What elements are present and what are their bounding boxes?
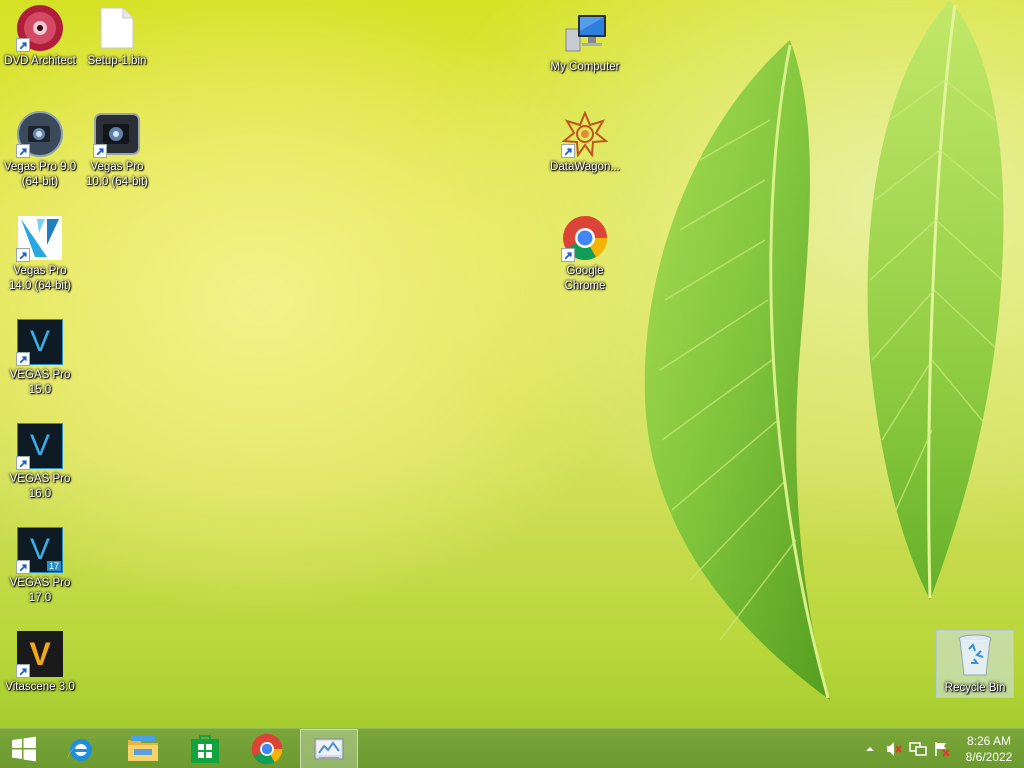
action-center-flag-icon bbox=[935, 742, 950, 757]
desktop-icon-label: DVD Architect bbox=[4, 55, 76, 67]
control-panel-icon bbox=[314, 738, 344, 760]
vitascene-v-glyph: V bbox=[29, 635, 51, 672]
shortcut-arrow-icon bbox=[561, 248, 575, 262]
datawagon-icon bbox=[561, 110, 609, 158]
desktop-icon-my-computer[interactable]: My Computer bbox=[545, 10, 625, 75]
desktop-icon-vegas-pro-10[interactable]: Vegas Pro 10.0 (64-bit) bbox=[77, 110, 157, 189]
desktop-icon-label: Setup-1.bin bbox=[87, 55, 147, 67]
vegas-v17-icon: V 17 bbox=[16, 526, 64, 574]
desktop-icon-recycle-bin[interactable]: Recycle Bin bbox=[936, 630, 1014, 698]
desktop-icon-google-chrome[interactable]: Google Chrome bbox=[545, 214, 625, 293]
tray-chevron-icon bbox=[866, 747, 874, 751]
taskbar-chrome-button[interactable] bbox=[238, 729, 296, 768]
desktop[interactable]: DVD Architect Setup-1.bin Vegas Pro 9.0 … bbox=[0, 0, 1024, 728]
recycle-bin-icon bbox=[951, 631, 999, 679]
blank-file-icon bbox=[93, 4, 141, 52]
taskbar-internet-explorer-button[interactable] bbox=[52, 729, 110, 768]
desktop-icon-label: Google Chrome bbox=[564, 265, 606, 292]
desktop-icon-vegas-pro-16[interactable]: V VEGAS Pro 16.0 bbox=[0, 422, 80, 501]
vegas-v-glyph: V bbox=[29, 325, 50, 358]
desktop-icon-label: My Computer bbox=[550, 61, 620, 73]
shortcut-arrow-icon bbox=[16, 664, 30, 678]
desktop-icon-label: Vegas Pro 10.0 (64-bit) bbox=[85, 161, 148, 188]
desktop-icon-vegas-pro-9[interactable]: Vegas Pro 9.0 (64-bit) bbox=[0, 110, 80, 189]
desktop-icon-vegas-pro-14[interactable]: Vegas Pro 14.0 (64-bit) bbox=[0, 214, 80, 293]
tray-volume-button[interactable] bbox=[882, 729, 906, 768]
chrome-icon bbox=[561, 214, 609, 262]
vitascene-icon: V bbox=[16, 630, 64, 678]
vegas-14-icon bbox=[16, 214, 64, 262]
clock-date: 8/6/2022 bbox=[965, 750, 1013, 764]
dvd-disc-icon bbox=[16, 4, 64, 52]
taskbar: 8:26 AM 8/6/2022 bbox=[0, 728, 1024, 768]
shortcut-arrow-icon bbox=[561, 144, 575, 158]
version-badge: 17 bbox=[46, 561, 61, 571]
desktop-icon-label: VEGAS Pro 16.0 bbox=[9, 473, 71, 500]
taskbar-control-panel-button[interactable] bbox=[300, 729, 358, 768]
system-tray: 8:26 AM 8/6/2022 bbox=[858, 729, 1024, 768]
computer-icon bbox=[561, 10, 609, 58]
desktop-icon-label: Vegas Pro 9.0 (64-bit) bbox=[3, 161, 77, 188]
desktop-icon-label: DataWagon... bbox=[550, 161, 620, 173]
vegas-camera-icon bbox=[16, 110, 64, 158]
internet-explorer-icon bbox=[67, 736, 95, 761]
chrome-icon bbox=[251, 733, 283, 765]
desktop-icon-label: VEGAS Pro 15.0 bbox=[9, 369, 71, 396]
tray-action-center-button[interactable] bbox=[930, 729, 954, 768]
shortcut-arrow-icon bbox=[93, 144, 107, 158]
taskbar-clock[interactable]: 8:26 AM 8/6/2022 bbox=[954, 729, 1024, 768]
desktop-icon-dvd-architect[interactable]: DVD Architect bbox=[0, 4, 80, 69]
taskbar-store-button[interactable] bbox=[176, 729, 234, 768]
desktop-icon-vegas-pro-17[interactable]: V 17 VEGAS Pro 17.0 bbox=[0, 526, 80, 605]
desktop-icon-label: Recycle Bin bbox=[944, 682, 1006, 694]
file-explorer-icon bbox=[128, 736, 158, 761]
vegas-camera-icon bbox=[93, 110, 141, 158]
desktop-icon-vegas-pro-15[interactable]: V VEGAS Pro 15.0 bbox=[0, 318, 80, 397]
windows-start-icon bbox=[12, 736, 36, 762]
speaker-muted-icon bbox=[887, 742, 902, 756]
shortcut-arrow-icon bbox=[16, 456, 30, 470]
desktop-icon-setup-1-bin[interactable]: Setup-1.bin bbox=[77, 4, 157, 69]
shortcut-arrow-icon bbox=[16, 560, 30, 574]
desktop-icon-label: Vitascene 3.0 bbox=[5, 681, 75, 693]
tray-network-button[interactable] bbox=[906, 729, 930, 768]
windows-store-icon bbox=[191, 735, 219, 763]
shortcut-arrow-icon bbox=[16, 352, 30, 366]
desktop-icon-datawagon[interactable]: DataWagon... bbox=[545, 110, 625, 175]
vegas-v-glyph: V bbox=[29, 429, 50, 462]
clock-time: 8:26 AM bbox=[966, 734, 1012, 748]
shortcut-arrow-icon bbox=[16, 38, 30, 52]
start-button[interactable] bbox=[0, 729, 48, 768]
desktop-icon-vitascene-3[interactable]: V Vitascene 3.0 bbox=[0, 630, 80, 695]
network-icon bbox=[909, 742, 927, 756]
tray-chevron-button[interactable] bbox=[858, 729, 882, 768]
taskbar-file-explorer-button[interactable] bbox=[114, 729, 172, 768]
vegas-v-icon: V bbox=[16, 318, 64, 366]
shortcut-arrow-icon bbox=[16, 144, 30, 158]
desktop-icon-label: VEGAS Pro 17.0 bbox=[9, 577, 71, 604]
shortcut-arrow-icon bbox=[16, 248, 30, 262]
desktop-icon-label: Vegas Pro 14.0 (64-bit) bbox=[8, 265, 71, 292]
vegas-v-icon: V bbox=[16, 422, 64, 470]
